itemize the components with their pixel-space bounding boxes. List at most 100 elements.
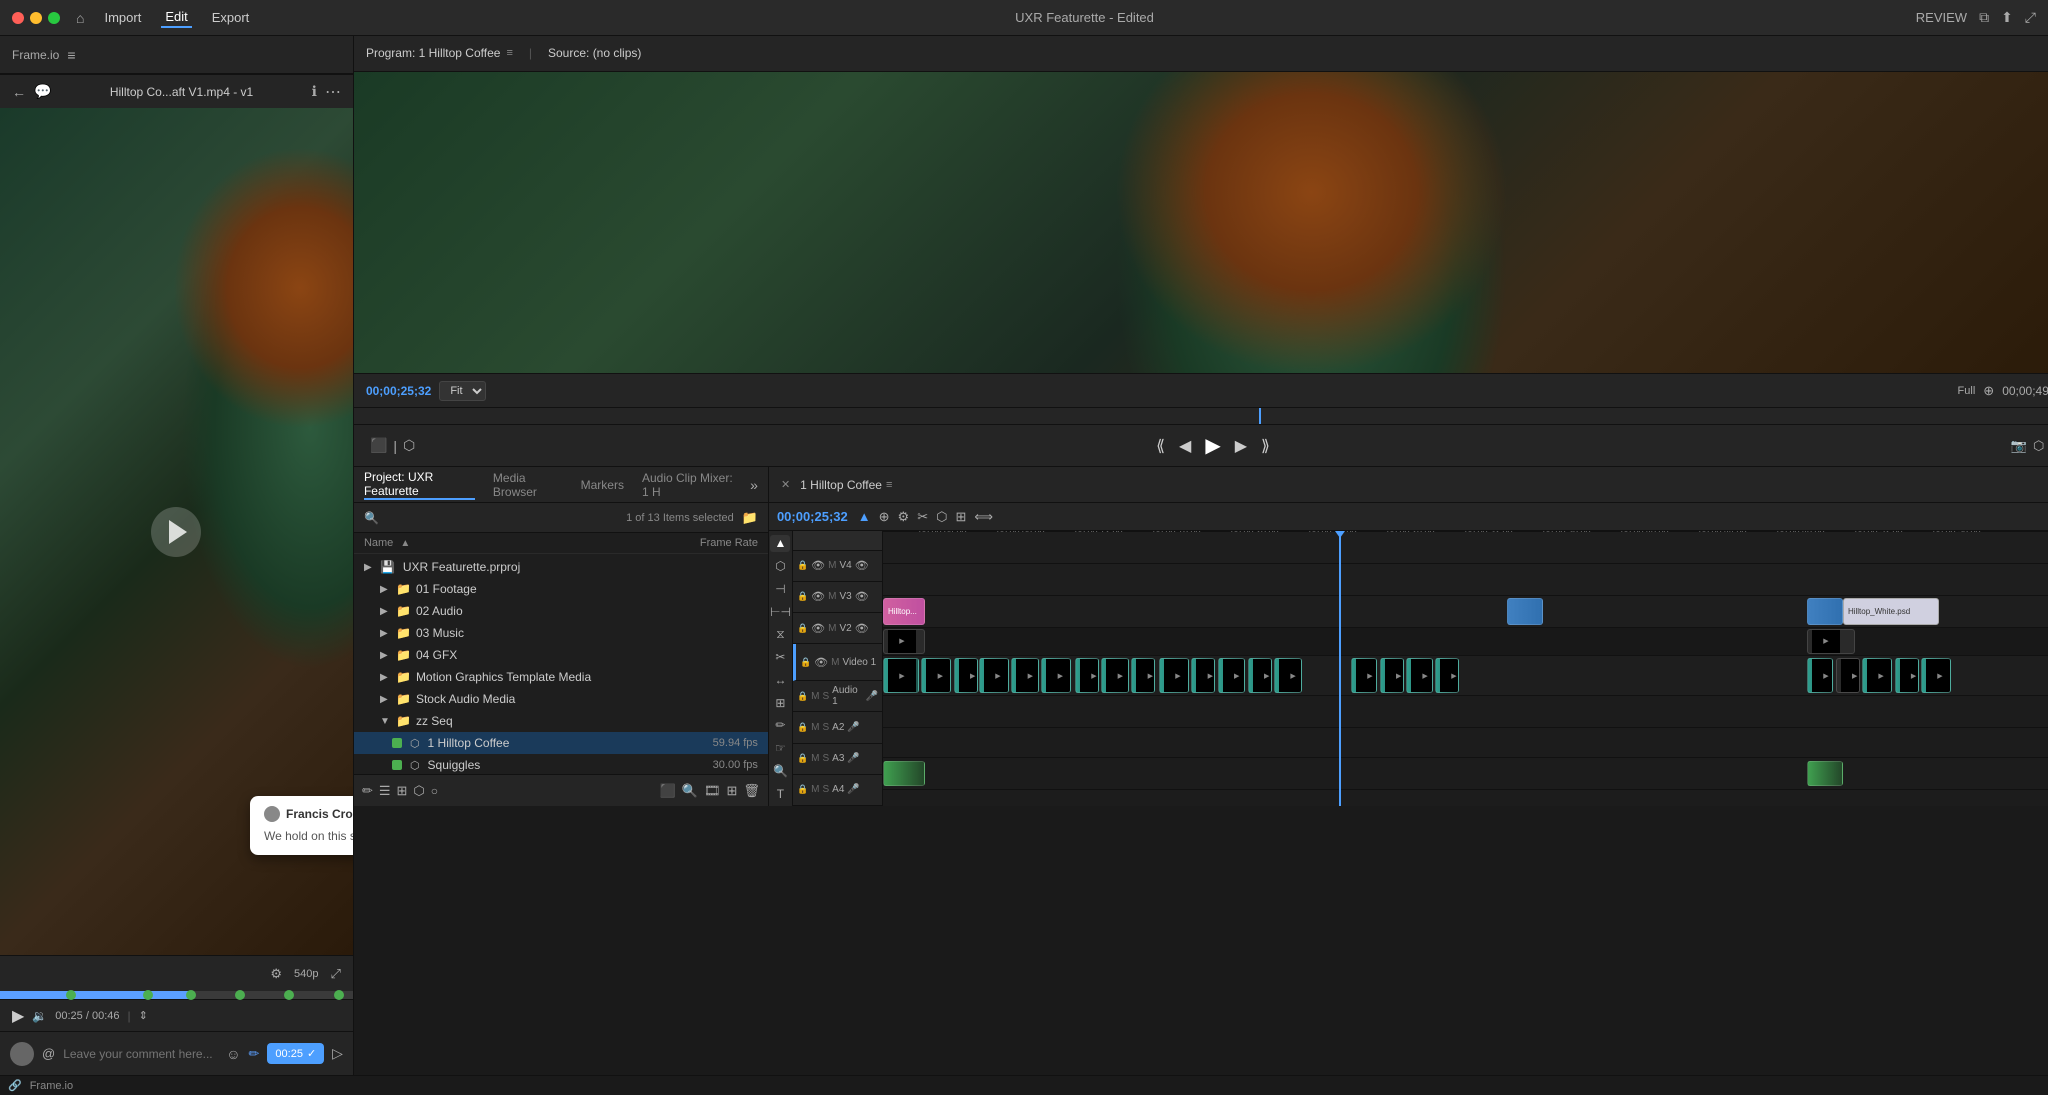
nav-edit[interactable]: Edit bbox=[161, 7, 191, 28]
solo-icon[interactable]: M bbox=[831, 657, 839, 668]
list-item[interactable]: ▶ 📁 01 Footage bbox=[354, 578, 768, 600]
clip-v1-later-4[interactable]: ▶ SHGN7 bbox=[1921, 658, 1951, 693]
eye-icon[interactable]: 👁 bbox=[811, 622, 825, 635]
clip-v1-2[interactable]: ▶ bbox=[921, 658, 951, 693]
slide-tool-btn[interactable]: ⊞ bbox=[770, 694, 790, 711]
lock-icon[interactable]: 🔒 bbox=[797, 560, 808, 571]
step-forward-icon[interactable]: ▶ bbox=[1231, 432, 1251, 460]
play-button[interactable] bbox=[151, 507, 201, 557]
clip-dark-v1[interactable]: ▶ bbox=[1836, 658, 1860, 693]
clip-a2-1[interactable] bbox=[883, 761, 925, 786]
hand-tool-btn[interactable]: ☞ bbox=[770, 740, 790, 757]
size-slider[interactable]: ○ bbox=[431, 784, 438, 798]
go-to-in-icon[interactable]: ⟪ bbox=[1152, 432, 1169, 460]
lock-icon[interactable]: 🔒 bbox=[797, 722, 808, 733]
project-search-input[interactable] bbox=[387, 511, 618, 525]
list-item[interactable]: ⬡ Squiggles 30.00 fps bbox=[354, 754, 768, 774]
grid-view-icon[interactable]: ⊞ bbox=[397, 783, 408, 799]
clip-v1-18[interactable]: ▶ SHGN7 bbox=[1435, 658, 1459, 693]
eye-icon[interactable]: 👁 bbox=[811, 590, 825, 603]
clip-v1-9[interactable]: ▶ SHGN bbox=[1131, 658, 1155, 693]
clip-v1-4[interactable]: ▶ SHG bbox=[979, 658, 1009, 693]
storyboard-icon[interactable]: ⬛ bbox=[660, 783, 676, 799]
timeline-tab-menu-icon[interactable]: ≡ bbox=[886, 479, 892, 491]
col-rate-header[interactable]: Frame Rate bbox=[678, 537, 758, 549]
lock-icon[interactable]: 🔒 bbox=[797, 591, 808, 602]
track-v4[interactable] bbox=[883, 532, 2048, 564]
type-tool-btn[interactable]: T bbox=[770, 785, 790, 802]
full-label[interactable]: Full bbox=[1958, 385, 1976, 397]
slip-tool-btn[interactable]: ↔ bbox=[770, 672, 790, 689]
clip-v1-6[interactable]: ▶ SHG bbox=[1041, 658, 1071, 693]
play-icon[interactable]: ▶ bbox=[12, 1006, 24, 1026]
back-nav-icon[interactable]: ← bbox=[12, 84, 26, 100]
list-item[interactable]: ▼ 📁 zz Seq bbox=[354, 710, 768, 732]
eye-icon[interactable]: 👁 bbox=[814, 656, 828, 669]
frame-io-status-icon[interactable]: 🔗 bbox=[8, 1079, 22, 1092]
track-a3[interactable] bbox=[883, 790, 2048, 806]
scrubber-marker[interactable] bbox=[284, 990, 294, 1000]
solo-icon[interactable]: S bbox=[823, 753, 830, 764]
track-vis-icon[interactable]: 👁 bbox=[855, 559, 869, 572]
emoji-icon[interactable]: ☺ bbox=[226, 1046, 240, 1062]
solo-icon[interactable]: S bbox=[823, 722, 830, 733]
clip-blue-v2-1[interactable] bbox=[1507, 598, 1543, 625]
pen-tool-btn[interactable]: ✏ bbox=[770, 717, 790, 734]
track-a2[interactable] bbox=[883, 758, 2048, 790]
clip-v1-7[interactable]: ▶ SHGN7 bbox=[1075, 658, 1099, 693]
solo-icon[interactable]: S bbox=[823, 784, 830, 795]
frame-menu-icon[interactable]: ≡ bbox=[67, 47, 75, 63]
expand-icon[interactable]: ⤢ bbox=[2025, 9, 2036, 26]
scrubber-marker[interactable] bbox=[334, 990, 344, 1000]
comment-icon[interactable]: 💬 bbox=[34, 83, 51, 100]
track-v2[interactable]: Hilltop... Hilltop_White.psd bbox=[883, 596, 2048, 628]
scrubber-marker[interactable] bbox=[66, 990, 76, 1000]
track-a1[interactable] bbox=[883, 696, 2048, 728]
export-frame-icon[interactable]: ⬡ bbox=[2033, 438, 2044, 454]
search-icon[interactable]: 🔍 bbox=[364, 511, 379, 525]
track-vis-icon[interactable]: 👁 bbox=[855, 590, 869, 603]
project-tab[interactable]: Project: UXR Featurette bbox=[364, 470, 475, 500]
ripple-delete-icon[interactable]: ✂ bbox=[915, 509, 930, 525]
clip-v1-later-1[interactable]: ▶ SHGN7 bbox=[1807, 658, 1833, 693]
lift-icon[interactable]: ⬡ bbox=[403, 437, 415, 454]
scrubber-marker[interactable] bbox=[186, 990, 196, 1000]
clip-v1-3[interactable]: ▶ bbox=[954, 658, 978, 693]
list-view-icon[interactable]: ☰ bbox=[379, 783, 391, 799]
clip-v1-12[interactable]: ▶ SHGN bbox=[1218, 658, 1246, 693]
send-icon[interactable]: ▷ bbox=[332, 1045, 343, 1062]
close-button[interactable] bbox=[12, 12, 24, 24]
clip-v1-16[interactable]: ▶ SHGN bbox=[1380, 658, 1404, 693]
delete-icon[interactable]: 🗑 bbox=[743, 783, 760, 799]
solo-icon[interactable]: S bbox=[823, 691, 830, 702]
mute-icon[interactable]: M bbox=[811, 722, 819, 733]
solo-icon[interactable]: M bbox=[828, 560, 836, 571]
go-to-out-icon[interactable]: ⟫ bbox=[1257, 432, 1274, 460]
project-tab-media-browser[interactable]: Media Browser bbox=[493, 471, 563, 499]
program-tab-menu-icon[interactable]: ≡ bbox=[506, 47, 512, 59]
clip-v1-5[interactable]: ▶ SHGN7 bbox=[1011, 658, 1039, 693]
fullscreen-button[interactable] bbox=[48, 12, 60, 24]
resolution-label[interactable]: 540p bbox=[294, 968, 318, 980]
camera-icon[interactable]: 📷 bbox=[2011, 438, 2027, 454]
lock-icon[interactable]: 🔒 bbox=[797, 753, 808, 764]
mute-icon[interactable]: M bbox=[811, 784, 819, 795]
play-stop-icon[interactable]: ▶ bbox=[1201, 429, 1224, 462]
nav-export[interactable]: Export bbox=[208, 8, 254, 27]
selection-tool-btn[interactable]: ▲ bbox=[770, 535, 790, 552]
mic-icon[interactable]: 🎤 bbox=[847, 753, 859, 764]
clip-blue-v2-2[interactable] bbox=[1807, 598, 1843, 625]
overwrite-icon[interactable]: | bbox=[393, 438, 397, 454]
clip-v1-14[interactable]: ▶ SHGN bbox=[1274, 658, 1302, 693]
source-tab-label[interactable]: Source: (no clips) bbox=[548, 46, 641, 60]
restore-icon[interactable]: ⧉ bbox=[1979, 9, 1989, 26]
timeline-settings-icon[interactable]: ⚙ bbox=[896, 509, 912, 525]
clip-v1-11[interactable]: ▶ SHGN bbox=[1191, 658, 1215, 693]
fit-select[interactable]: Fit bbox=[439, 381, 486, 401]
clip-v1-later-3[interactable]: ▶ SHGN7 bbox=[1895, 658, 1919, 693]
new-item-icon[interactable]: ⊞ bbox=[727, 783, 738, 799]
list-item[interactable]: ▶ 📁 Stock Audio Media bbox=[354, 688, 768, 710]
mic-icon[interactable]: 🎤 bbox=[865, 691, 877, 702]
lock-icon[interactable]: 🔒 bbox=[797, 784, 808, 795]
clip-hilltop-v2[interactable]: Hilltop... bbox=[883, 598, 925, 625]
